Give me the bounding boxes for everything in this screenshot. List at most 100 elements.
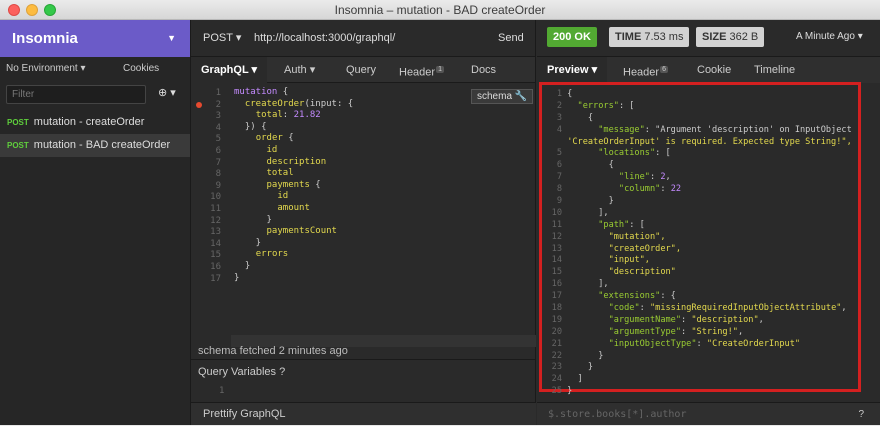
environment-dropdown[interactable]: No Environment ▾ <box>6 63 86 74</box>
json-line: 22 } <box>551 350 604 361</box>
query-variables-header[interactable]: Query Variables ? <box>191 359 536 383</box>
json-line: 13 "createOrder", <box>551 243 682 254</box>
json-line: 2 "errors": [ <box>556 100 635 111</box>
line-number: 7 <box>215 157 221 168</box>
title-bar: Insomnia – mutation - BAD createOrder <box>0 0 880 20</box>
code-line: createOrder(input: { <box>244 98 354 109</box>
tab-graphql[interactable]: GraphQL ▾ <box>191 57 268 83</box>
line-number: 12 <box>210 215 221 226</box>
line-number-gutter: 1 2 3 4 5 6 7 8 9 10 11 12 13 14 15 16 17 <box>191 84 231 284</box>
environment-row: No Environment ▾ Cookies <box>0 57 190 81</box>
minimize-window-button[interactable] <box>26 4 38 16</box>
code-line: id <box>266 144 278 155</box>
help-icon: ? <box>279 366 286 378</box>
sidebar: Insomnia ▼ No Environment ▾ Cookies Filt… <box>0 20 191 425</box>
request-pane: POST ▾ http://localhost:3000/graphql/ Se… <box>191 20 536 425</box>
time-badge: TIME 7.53 ms <box>609 27 690 47</box>
line-number: 13 <box>210 227 221 238</box>
url-input[interactable]: http://localhost:3000/graphql/ <box>254 20 395 57</box>
code-line: } <box>234 272 240 283</box>
add-request-button[interactable]: ⊕ ▾ <box>158 86 176 99</box>
json-line: 15 "description" <box>551 267 676 278</box>
request-tabs: GraphQL ▾ Auth ▾ Query Header 1 Docs <box>191 57 535 83</box>
schema-button[interactable]: schema 🔧 <box>471 89 534 104</box>
tab-auth[interactable]: Auth ▾ <box>284 57 315 83</box>
json-line: 9 } <box>556 196 614 207</box>
request-method-badge: POST <box>7 118 29 127</box>
code-line: total: 21.82 <box>255 110 321 121</box>
tab-cookie[interactable]: Cookie <box>697 57 731 83</box>
status-badge: 200 OK <box>547 27 597 47</box>
line-number: 10 <box>210 192 221 203</box>
response-json: 1 {2 "errors": [3 {4 "message": "Argumen… <box>544 89 852 398</box>
response-filter-input[interactable]: $.store.books[*].author ? <box>537 402 880 425</box>
prettify-graphql-button[interactable]: Prettify GraphQL <box>191 402 536 425</box>
send-button[interactable]: Send <box>498 20 524 57</box>
sidebar-item-mutation-bad-createorder[interactable]: POST mutation - BAD createOrder <box>0 134 190 157</box>
json-line: 6 { <box>556 160 614 171</box>
method-dropdown[interactable]: POST ▾ <box>203 20 241 57</box>
request-name: mutation - createOrder <box>33 116 145 128</box>
json-line: 18 "code": "missingRequiredInputObjectAt… <box>551 303 847 314</box>
json-line: 19 "argumentName": "description", <box>551 314 764 325</box>
json-line: 4 "message": "Argument 'description' on … <box>556 124 852 135</box>
json-line: 14 "input", <box>551 255 650 266</box>
code-line: }) { <box>234 121 267 132</box>
url-bar: POST ▾ http://localhost:3000/graphql/ Se… <box>191 20 535 57</box>
workspace-menu[interactable]: Insomnia ▼ <box>0 20 190 57</box>
sidebar-item-mutation-createorder[interactable]: POST mutation - createOrder <box>0 111 190 134</box>
cookies-button[interactable]: Cookies <box>123 57 159 81</box>
line-number: 14 <box>210 238 221 249</box>
code-line: paymentsCount <box>266 226 337 237</box>
schema-status: schema fetched 2 minutes ago <box>198 345 348 357</box>
close-window-button[interactable] <box>8 4 20 16</box>
tab-docs[interactable]: Docs <box>471 57 496 83</box>
app: Insomnia ▼ No Environment ▾ Cookies Filt… <box>0 20 880 425</box>
tab-query[interactable]: Query <box>346 57 376 83</box>
json-line: 24 ] <box>551 374 583 385</box>
zoom-window-button[interactable] <box>44 4 56 16</box>
brand-name: Insomnia <box>12 30 78 47</box>
code-line: total <box>266 168 294 179</box>
code-line: description <box>266 156 327 167</box>
code-line: id <box>277 191 289 202</box>
line-number: 9 <box>215 180 221 191</box>
json-line: 12 "mutation", <box>551 231 666 242</box>
response-preview[interactable]: 1 {2 "errors": [3 {4 "message": "Argumen… <box>539 82 861 396</box>
line-number: 11 <box>210 203 221 214</box>
help-icon[interactable]: ? <box>858 403 864 426</box>
code-line: } <box>234 260 251 271</box>
json-line: 1 { <box>556 89 573 99</box>
line-number: 15 <box>210 250 221 261</box>
line-number: 8 <box>215 169 221 180</box>
code-line: mutation { <box>234 87 289 97</box>
line-number: 17 <box>210 273 221 284</box>
line-number: 3 <box>215 111 221 122</box>
json-line: 25 } <box>551 386 573 397</box>
code-line: } <box>234 237 262 248</box>
code-line: order { <box>255 133 294 144</box>
graphql-editor[interactable]: 1 2 3 4 5 6 7 8 9 10 11 12 13 14 15 16 17 mutation { cre… <box>191 84 536 384</box>
code-line: errors <box>255 249 289 260</box>
json-line: 17 "extensions": { <box>551 291 676 302</box>
window-title: Insomnia – mutation - BAD createOrder <box>334 3 546 17</box>
json-line: 20 "argumentType": "String!", <box>551 326 744 337</box>
line-number: 1 <box>215 88 221 98</box>
filter-input[interactable]: Filter <box>6 85 146 104</box>
code-line: amount <box>277 202 310 213</box>
tab-header[interactable]: Header 1 <box>399 57 444 83</box>
line-number: 16 <box>210 261 221 272</box>
tab-response-header[interactable]: Header 6 <box>623 57 668 83</box>
response-history-dropdown[interactable]: A Minute Ago ▾ <box>796 20 863 54</box>
tab-timeline[interactable]: Timeline <box>754 57 795 83</box>
query-variables-line-number: 1 <box>219 386 225 396</box>
json-line: 7 "line": 2, <box>556 172 671 183</box>
json-line: 10 ], <box>551 207 609 218</box>
request-method-badge: POST <box>7 141 29 150</box>
tab-preview[interactable]: Preview ▾ <box>537 57 608 83</box>
line-number: 6 <box>215 145 221 156</box>
json-line: 'CreateOrderInput' is required. Expected… <box>567 136 852 147</box>
json-line: 5 "locations": [ <box>556 148 671 159</box>
code-line: } <box>234 214 272 225</box>
size-badge: SIZE 362 B <box>696 27 765 47</box>
